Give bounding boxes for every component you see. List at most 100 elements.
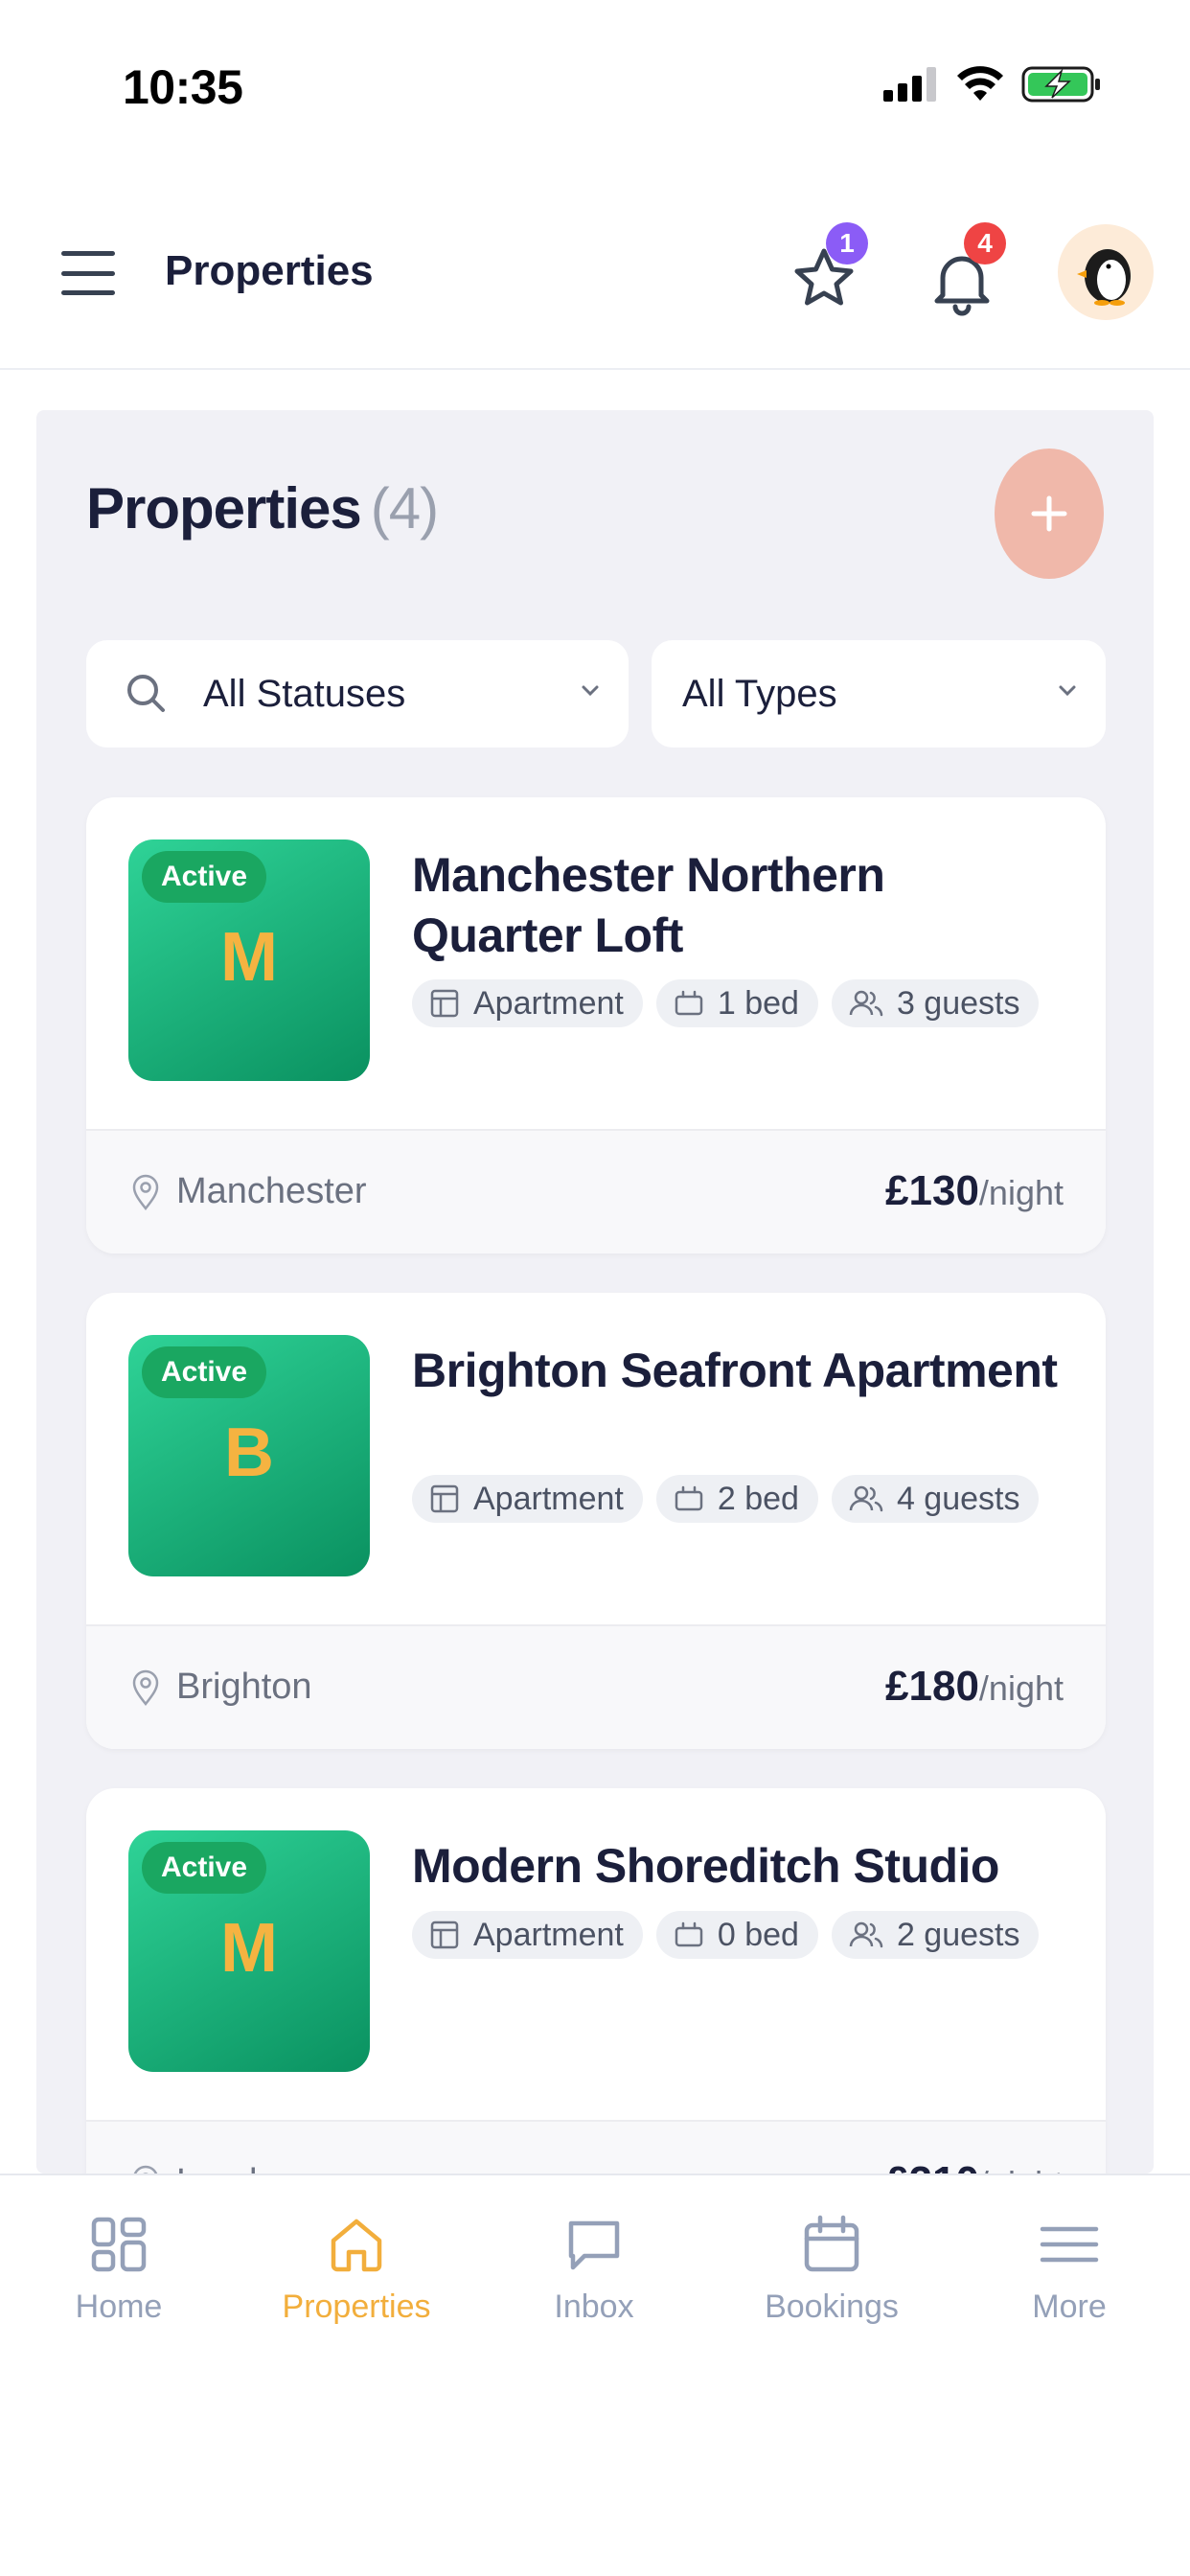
property-type-chip: Apartment [412,1475,643,1523]
add-property-button[interactable] [995,448,1104,579]
plus-icon [1031,495,1067,532]
beds-count: 0 bed [717,1916,799,1953]
map-pin-icon [132,1174,159,1210]
status-badge: Active [142,1842,267,1894]
users-icon [849,990,883,1017]
type-filter-select[interactable]: All Types [652,640,1106,748]
nav-label: Home [75,2288,163,2325]
bed-icon [675,990,703,1016]
property-initial: M [220,919,278,996]
search-icon [127,675,165,712]
favorites-badge: 1 [826,222,868,264]
nav-properties[interactable]: Properties [238,2214,475,2326]
property-location: Manchester [130,1171,367,1212]
property-price: £210/night [885,2158,1064,2174]
price-unit: /night [978,1668,1064,1708]
hamburger-menu-icon[interactable] [61,251,115,295]
map-pin-icon [132,1669,159,1706]
property-initial: B [224,1414,274,1491]
property-thumbnail: Active M [128,840,370,1081]
bottom-nav: Home Properties Inbox Bookings More [0,2174,1190,2576]
users-icon [849,1921,883,1948]
beds-chip: 2 bed [655,1475,818,1523]
properties-panel: Properties (4) All Statuses All Types Act… [36,410,1154,2174]
avatar[interactable] [1058,224,1154,320]
property-count: (4) [370,476,439,540]
property-name: Modern Shoreditch Studio [412,1839,999,1893]
property-location: Brighton [130,1667,312,1708]
status-badge: Active [142,1346,267,1398]
cellular-signal-icon [883,67,936,102]
property-card[interactable]: Active B Brighton Seafront Apartment Apa… [86,1293,1106,1749]
property-type-chip: Apartment [412,1911,643,1959]
type-filter-value: All Types [682,672,837,715]
guests-count: 4 guests [896,1480,1020,1517]
page-title-text: Properties [86,476,362,540]
guests-count: 3 guests [896,984,1020,1022]
guests-count: 2 guests [896,1916,1020,1953]
property-type: Apartment [473,984,624,1022]
property-type-chip: Apartment [412,979,643,1027]
nav-label: Properties [282,2288,431,2325]
price-amount: £210 [885,2158,979,2174]
map-pin-icon [133,2165,158,2174]
notifications-badge: 4 [964,222,1006,264]
status-icons [883,65,1102,104]
property-name: Manchester Northern Quarter Loft [412,848,885,962]
building-icon [430,989,459,1018]
app-header: Properties 1 4 [0,182,1190,370]
nav-more[interactable]: More [950,2214,1188,2326]
location-text: Brighton [176,1667,312,1707]
battery-charging-icon [1021,66,1100,103]
nav-inbox[interactable]: Inbox [475,2214,713,2326]
wifi-icon [957,66,1003,101]
property-thumbnail: Active M [128,1830,370,2072]
nav-label: More [1032,2288,1107,2325]
property-card[interactable]: Active M Manchester Northern Quarter Lof… [86,797,1106,1254]
nav-home[interactable]: Home [0,2214,238,2326]
price-amount: £130 [885,1167,979,1214]
status-filter-value: All Statuses [203,672,406,715]
beds-count: 2 bed [717,1480,799,1517]
bed-icon [675,1921,703,1947]
building-icon [430,1920,459,1949]
beds-chip: 1 bed [655,979,818,1027]
property-type: Apartment [473,1916,624,1953]
grid-icon [91,2217,147,2272]
bed-icon [675,1485,703,1511]
location-text: Manchester [176,1171,367,1211]
location-text: London [176,2162,298,2174]
notifications-button[interactable]: 4 [924,222,1006,318]
property-tags: Apartment 1 bed 3 guests [412,979,1083,1027]
nav-label: Bookings [765,2288,899,2325]
house-icon [331,2219,382,2272]
property-initial: M [220,1910,278,1987]
calendar-icon [804,2215,859,2272]
price-unit: /night [978,1173,1064,1212]
property-type: Apartment [473,1480,624,1517]
card-footer: Manchester £130/night [86,1129,1106,1254]
status-bar: 10:35 [0,0,1190,172]
nav-bookings[interactable]: Bookings [713,2214,950,2326]
property-price: £180/night [885,1663,1064,1711]
property-card[interactable]: Active M Modern Shoreditch Studio Apartm… [86,1788,1106,2174]
chevron-down-icon [582,685,599,697]
card-footer: London £210/night [86,2120,1106,2174]
menu-icon [1040,2226,1099,2263]
card-footer: Brighton £180/night [86,1624,1106,1749]
guests-chip: 4 guests [831,1475,1040,1523]
property-tags: Apartment 0 bed 2 guests [412,1911,1083,1959]
chat-icon [568,2220,620,2270]
header-title: Properties [165,247,374,294]
penguin-icon [1077,249,1131,306]
favorites-button[interactable]: 1 [786,222,868,318]
property-location: London [130,2162,298,2174]
guests-chip: 3 guests [831,979,1040,1027]
users-icon [849,1485,883,1512]
beds-count: 1 bed [717,984,799,1022]
property-name: Brighton Seafront Apartment [412,1344,1058,1397]
property-tags: Apartment 2 bed 4 guests [412,1475,1083,1523]
status-filter-select[interactable]: All Statuses [86,640,629,748]
status-badge: Active [142,851,267,903]
price-amount: £180 [885,1663,979,1710]
